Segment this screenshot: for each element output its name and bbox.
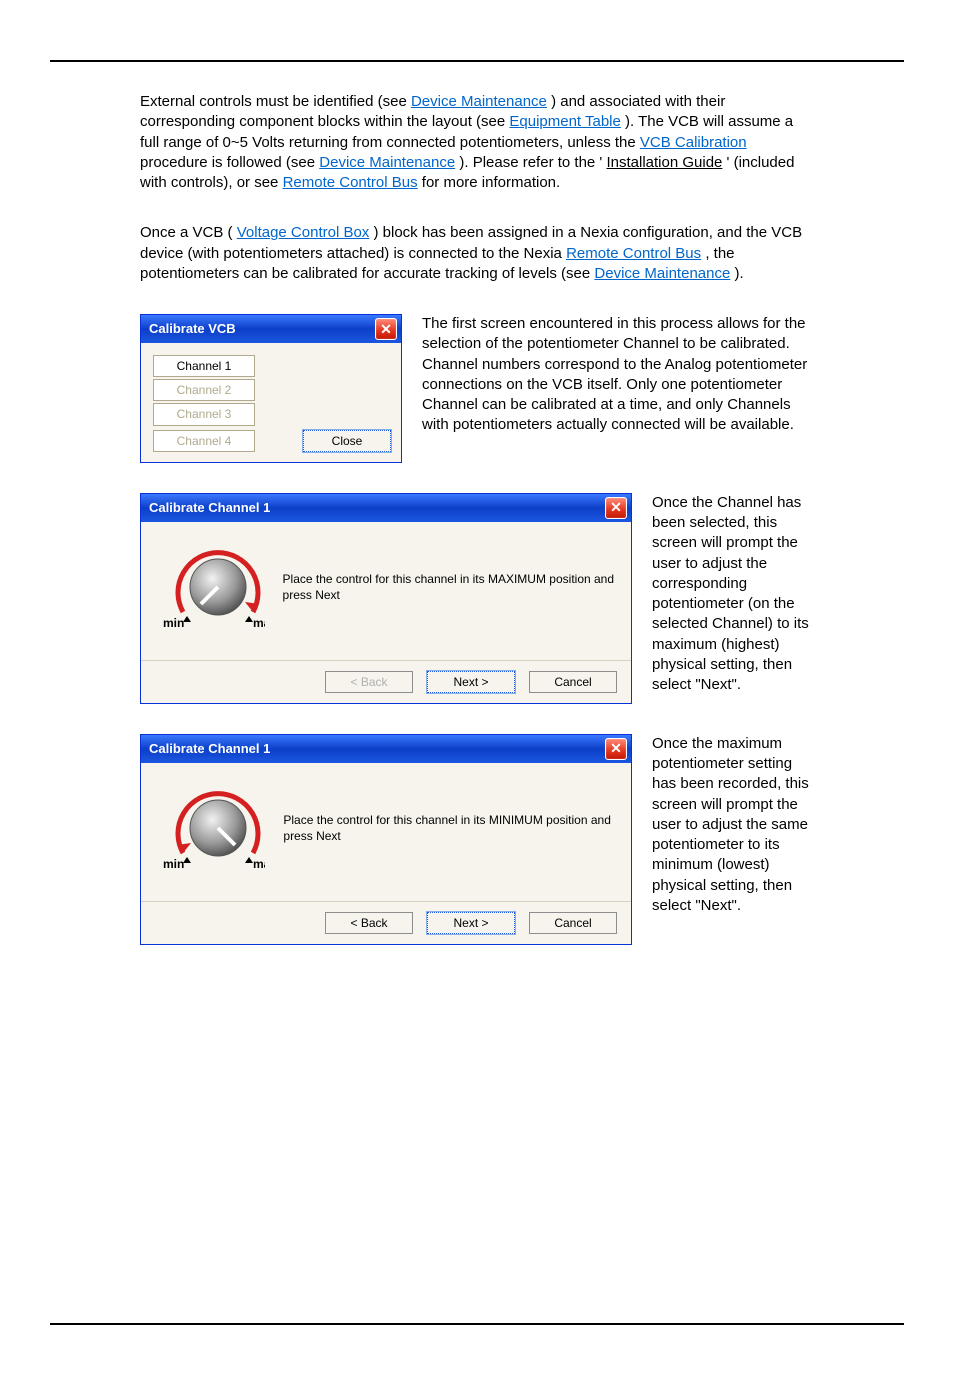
min-label: min bbox=[163, 857, 184, 871]
side-text-3: Once the maximum potentiometer setting h… bbox=[652, 734, 814, 916]
instruction-text: Place the control for this channel in it… bbox=[283, 571, 619, 603]
paragraph-2: Once a VCB ( Voltage Control Box ) block… bbox=[140, 223, 814, 284]
text: ). bbox=[735, 265, 744, 282]
back-button[interactable]: < Back bbox=[325, 912, 413, 934]
close-icon[interactable]: ✕ bbox=[375, 318, 397, 340]
knob-min-icon: min max bbox=[153, 773, 265, 883]
text: ). Please refer to the ' bbox=[459, 154, 602, 171]
close-icon[interactable]: ✕ bbox=[605, 738, 627, 760]
channel-1-button[interactable]: Channel 1 bbox=[153, 355, 255, 377]
max-label: max bbox=[253, 616, 265, 630]
channel-4-button: Channel 4 bbox=[153, 430, 255, 452]
knob-max-icon: min max bbox=[153, 532, 265, 642]
text: Once a VCB ( bbox=[140, 224, 233, 241]
text: External controls must be identified (se… bbox=[140, 93, 411, 110]
min-label: min bbox=[163, 616, 184, 630]
link-remote-control-bus-2[interactable]: Remote Control Bus bbox=[566, 245, 701, 262]
link-vcb-calibration[interactable]: VCB Calibration bbox=[640, 134, 747, 151]
side-text-1: The first screen encountered in this pro… bbox=[422, 314, 814, 436]
max-label: max bbox=[253, 857, 265, 871]
text: procedure is followed (see bbox=[140, 154, 319, 171]
paragraph-1: External controls must be identified (se… bbox=[140, 92, 814, 193]
link-device-maintenance[interactable]: Device Maintenance bbox=[411, 93, 547, 110]
link-device-maintenance-3[interactable]: Device Maintenance bbox=[594, 265, 730, 282]
dialog-titlebar[interactable]: Calibrate Channel 1 ✕ bbox=[141, 735, 631, 763]
text: for more information. bbox=[422, 174, 560, 191]
dialog-title: Calibrate VCB bbox=[149, 320, 236, 338]
top-rule bbox=[50, 60, 904, 62]
link-equipment-table[interactable]: Equipment Table bbox=[509, 113, 620, 130]
link-device-maintenance-2[interactable]: Device Maintenance bbox=[319, 154, 455, 171]
link-voltage-control-box[interactable]: Voltage Control Box bbox=[237, 224, 370, 241]
dialog-calibrate-channel-max: Calibrate Channel 1 ✕ bbox=[140, 493, 632, 704]
bottom-rule bbox=[50, 1323, 904, 1325]
next-button[interactable]: Next > bbox=[427, 912, 515, 934]
instruction-text: Place the control for this channel in it… bbox=[283, 812, 619, 844]
dialog-titlebar[interactable]: Calibrate VCB ✕ bbox=[141, 315, 401, 343]
side-text-2: Once the Channel has been selected, this… bbox=[652, 493, 814, 696]
dialog-calibrate-channel-min: Calibrate Channel 1 ✕ bbox=[140, 734, 632, 945]
channel-2-button: Channel 2 bbox=[153, 379, 255, 401]
text-installation-guide: Installation Guide bbox=[606, 154, 722, 171]
next-button[interactable]: Next > bbox=[427, 671, 515, 693]
channel-3-button: Channel 3 bbox=[153, 403, 255, 425]
dialog-titlebar[interactable]: Calibrate Channel 1 ✕ bbox=[141, 494, 631, 522]
dialog-title: Calibrate Channel 1 bbox=[149, 740, 270, 758]
dialog-title: Calibrate Channel 1 bbox=[149, 499, 270, 517]
cancel-button[interactable]: Cancel bbox=[529, 912, 617, 934]
cancel-button[interactable]: Cancel bbox=[529, 671, 617, 693]
dialog-calibrate-vcb: Calibrate VCB ✕ Channel 1 Channel 2 Chan… bbox=[140, 314, 402, 463]
link-remote-control-bus[interactable]: Remote Control Bus bbox=[283, 174, 418, 191]
close-button[interactable]: Close bbox=[303, 430, 391, 452]
back-button: < Back bbox=[325, 671, 413, 693]
close-icon[interactable]: ✕ bbox=[605, 497, 627, 519]
